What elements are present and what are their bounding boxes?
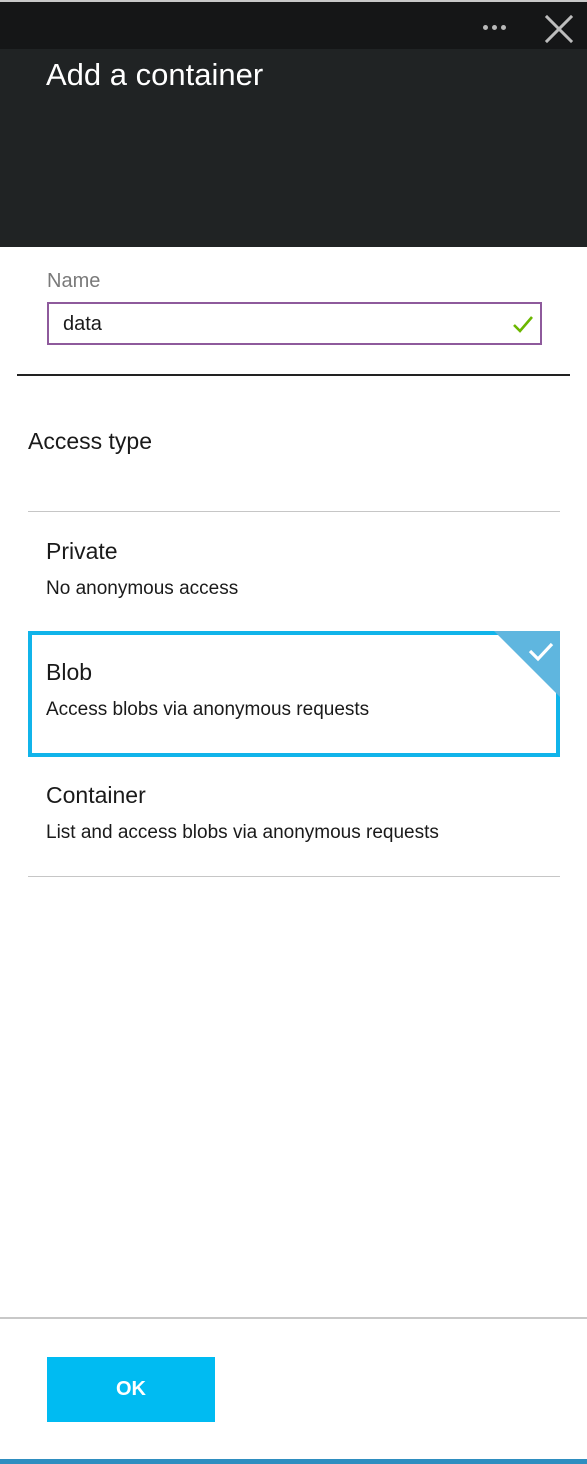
valid-checkmark-icon [512,314,534,334]
access-option-private[interactable]: Private No anonymous access [28,510,560,633]
access-type-heading: Access type [28,428,152,454]
footer-divider [0,1317,587,1319]
option-label: Private [46,538,118,564]
ok-button[interactable]: OK [47,1357,215,1422]
bottom-accent-bar [0,1459,587,1464]
blade-command-bar [0,2,587,49]
blade-title: Add a container [46,57,264,92]
option-description: No anonymous access [46,578,239,599]
option-description: List and access blobs via anonymous requ… [46,822,439,843]
options-bottom-divider [28,876,560,877]
access-option-container[interactable]: Container List and access blobs via anon… [28,754,560,877]
close-x-icon[interactable] [540,10,578,48]
name-field[interactable] [47,302,542,345]
option-label: Blob [46,659,93,685]
option-label: Container [46,782,146,808]
selected-checkmark-icon [494,631,560,697]
option-description: Access blobs via anonymous requests [46,699,370,720]
more-ellipsis-icon[interactable] [474,12,514,42]
blade-header: Add a container [0,2,587,247]
access-option-blob[interactable]: Blob Access blobs via anonymous requests [28,631,560,757]
section-divider [17,374,570,376]
name-input[interactable] [63,310,493,338]
name-label: Name [47,270,101,292]
